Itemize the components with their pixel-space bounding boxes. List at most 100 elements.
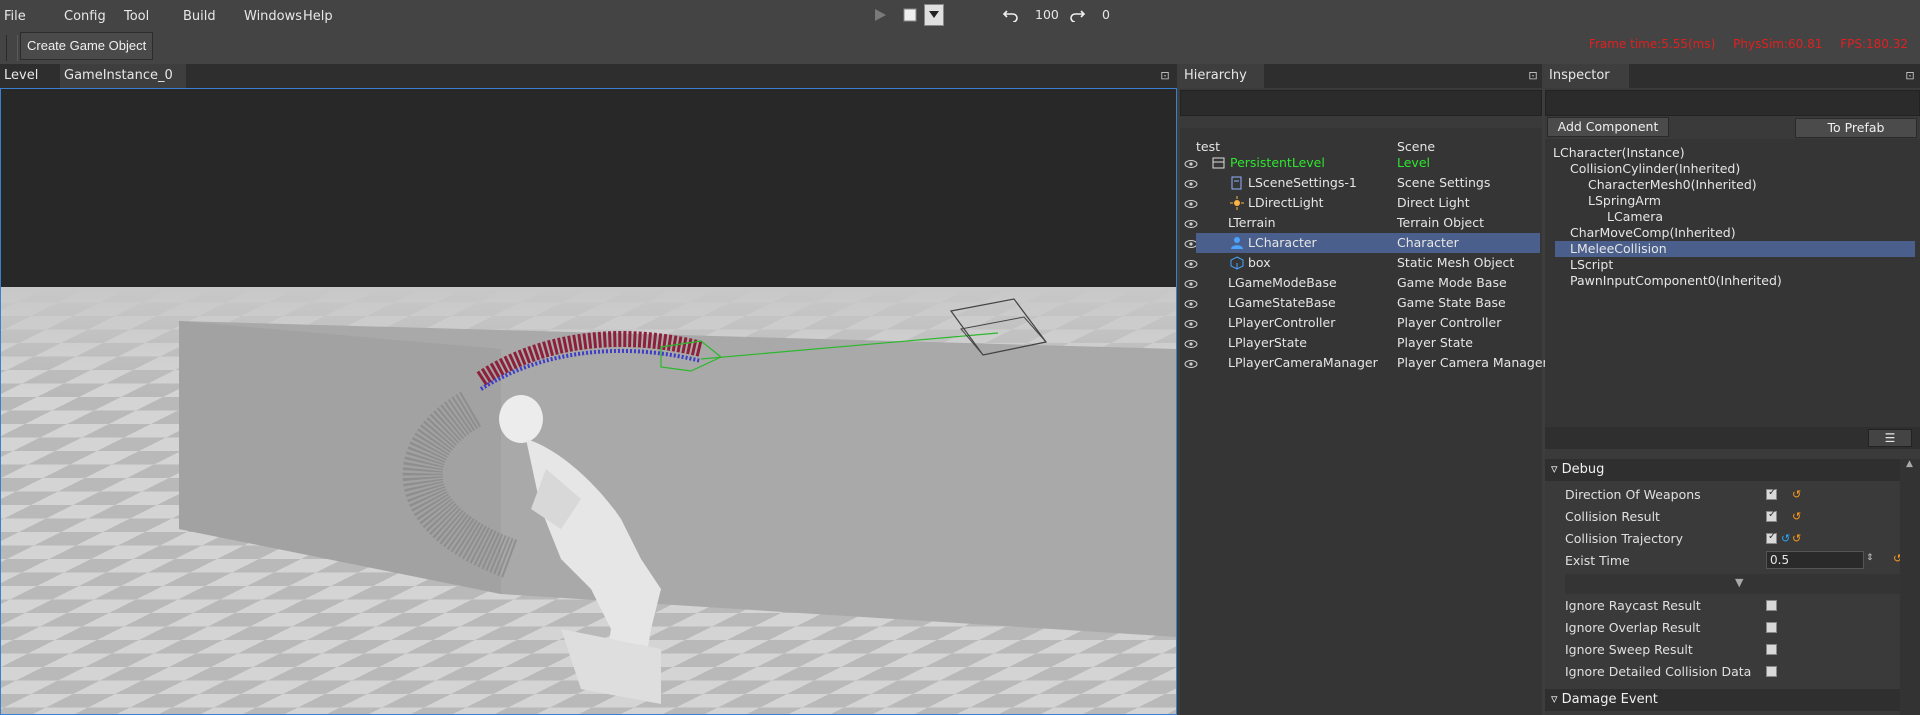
tab-gameinstance[interactable]: GameInstance_0 — [60, 64, 186, 88]
exist-time-input[interactable]: 0.5 — [1766, 551, 1864, 569]
ignore-overlap-checkbox[interactable] — [1766, 622, 1777, 633]
collision-trajectory-checkbox[interactable] — [1766, 531, 1777, 544]
ignore-raycast-checkbox[interactable] — [1766, 600, 1777, 611]
direction-of-weapons-checkbox[interactable] — [1766, 487, 1777, 500]
hierarchy-item[interactable]: LGameModeBase — [1228, 273, 1337, 293]
play-icon — [875, 9, 886, 21]
menu-file[interactable]: File — [4, 9, 26, 24]
hierarchy-item[interactable]: LGameStateBase — [1228, 293, 1336, 313]
component-item[interactable]: PawnInputComponent0(Inherited) — [1570, 273, 1782, 289]
visibility-eye-icon[interactable] — [1184, 358, 1198, 368]
perf-stats: Frame time:5.55(ms) PhysSim:60.81 FPS:18… — [1575, 37, 1908, 51]
tab-hierarchy[interactable]: Hierarchy — [1180, 64, 1264, 88]
component-item[interactable]: LSpringArm — [1588, 193, 1661, 209]
section-damage-event[interactable]: ▿ Damage Event — [1545, 689, 1900, 711]
hierarchy-item[interactable]: PersistentLevel — [1230, 153, 1325, 173]
hierarchy-item-type: Direct Light — [1397, 195, 1470, 210]
pin-icon[interactable]: ⊡ — [1903, 69, 1917, 83]
visibility-eye-icon[interactable] — [1184, 198, 1198, 208]
component-item[interactable]: LCamera — [1607, 209, 1663, 225]
visibility-eye-icon[interactable] — [1184, 338, 1198, 348]
visibility-eye-icon[interactable] — [1184, 318, 1198, 328]
spin-arrows-icon[interactable]: ⇕ — [1866, 553, 1874, 563]
tab-level[interactable]: Level — [0, 64, 42, 88]
section-debug-label: Debug — [1561, 462, 1605, 477]
component-item[interactable]: LScript — [1570, 257, 1613, 273]
add-component-button[interactable]: Add Component — [1547, 117, 1669, 137]
component-item[interactable]: CollisionCylinder(Inherited) — [1570, 161, 1740, 177]
hierarchy-item-type: Level — [1397, 155, 1430, 170]
hierarchy-item[interactable]: LPlayerController — [1228, 313, 1335, 333]
menu-config[interactable]: Config — [64, 9, 106, 24]
physsim: PhysSim:60.81 — [1733, 37, 1823, 51]
pin-icon[interactable]: ⊡ — [1526, 69, 1540, 83]
component-item[interactable]: LMeleeCollision — [1570, 241, 1667, 257]
visibility-eye-icon[interactable] — [1184, 258, 1198, 268]
component-item[interactable]: LCharacter(Instance) — [1553, 145, 1685, 161]
reset-icon[interactable]: ↺ — [1792, 510, 1801, 523]
stop-icon — [903, 8, 917, 22]
scroll-up-icon[interactable]: ▲ — [1906, 459, 1913, 469]
inspector-search-input[interactable] — [1545, 90, 1920, 116]
menu-help[interactable]: Help — [303, 9, 333, 24]
inspector-scrollbar[interactable]: ▲ — [1900, 459, 1920, 715]
chevron-down-icon — [929, 11, 939, 18]
undo-icon — [1003, 10, 1018, 22]
pin-icon[interactable]: ⊡ — [1158, 69, 1172, 83]
hierarchy-item[interactable]: LDirectLight — [1248, 193, 1324, 213]
ignore-detailed-checkbox[interactable] — [1766, 666, 1777, 677]
ignore-sweep-checkbox[interactable] — [1766, 644, 1777, 655]
direction-of-weapons-label: Direction Of Weapons — [1565, 487, 1701, 502]
collision-trajectory-label: Collision Trajectory — [1565, 531, 1684, 546]
play-mode-dropdown[interactable] — [924, 4, 944, 26]
visibility-eye-icon[interactable] — [1184, 158, 1198, 168]
ignore-overlap-label: Ignore Overlap Result — [1565, 620, 1701, 635]
hierarchy-item[interactable]: box — [1248, 253, 1271, 273]
play-button[interactable] — [870, 4, 890, 26]
inspector-toolbar: ☰ — [1545, 427, 1920, 449]
visibility-eye-icon[interactable] — [1184, 218, 1198, 228]
ignore-sweep-label: Ignore Sweep Result — [1565, 642, 1693, 657]
menu-windows[interactable]: Windows — [244, 9, 302, 24]
reset-icon[interactable]: ↺ — [1792, 532, 1801, 545]
inspector-tabbar: Inspector ⊡ — [1545, 64, 1920, 88]
visibility-eye-icon[interactable] — [1184, 178, 1198, 188]
exist-time-label: Exist Time — [1565, 553, 1630, 568]
character-icon — [1230, 236, 1244, 250]
hierarchy-item[interactable]: LCharacter — [1248, 233, 1317, 253]
toolbar-grip[interactable] — [6, 35, 18, 61]
section-damage-label: Damage Event — [1561, 692, 1658, 707]
redo-button[interactable] — [1066, 4, 1088, 26]
tab-inspector[interactable]: Inspector — [1545, 64, 1629, 88]
scene-viewport[interactable] — [0, 88, 1177, 715]
create-game-object-button[interactable]: Create Game Object — [20, 32, 154, 60]
component-item[interactable]: CharMoveComp(Inherited) — [1570, 225, 1736, 241]
to-prefab-button[interactable]: To Prefab — [1795, 118, 1917, 138]
collision-result-checkbox[interactable] — [1766, 509, 1777, 522]
collision-result-label: Collision Result — [1565, 509, 1660, 524]
hierarchy-item[interactable]: LSceneSettings-1 — [1248, 173, 1357, 193]
align-icon[interactable]: ☰ — [1868, 429, 1912, 447]
hierarchy-item-type: Game State Base — [1397, 295, 1506, 310]
hierarchy-search-input[interactable] — [1180, 90, 1542, 116]
hierarchy-item[interactable]: LPlayerCameraManager — [1228, 353, 1378, 373]
component-item[interactable]: CharacterMesh0(Inherited) — [1588, 177, 1757, 193]
fps: FPS:180.32 — [1840, 37, 1908, 51]
viewport-tabbar: Level GameInstance_0 ⊡ — [0, 64, 1177, 88]
hierarchy-item[interactable]: LTerrain — [1228, 213, 1276, 233]
expand-advanced[interactable]: ▼ — [1565, 574, 1900, 594]
redo-count: 0 — [1102, 7, 1110, 22]
menu-tool[interactable]: Tool — [124, 9, 149, 24]
reset-icon[interactable]: ↺ — [1792, 488, 1801, 501]
visibility-eye-icon[interactable] — [1184, 278, 1198, 288]
browse-icon[interactable]: ↺ — [1781, 532, 1790, 545]
ignore-detailed-label: Ignore Detailed Collision Data — [1565, 664, 1752, 679]
hierarchy-item[interactable]: LPlayerState — [1228, 333, 1307, 353]
stop-button[interactable] — [900, 4, 920, 26]
menu-build[interactable]: Build — [183, 9, 216, 24]
section-debug[interactable]: ▿ Debug — [1545, 459, 1900, 481]
hierarchy-item-type: Scene Settings — [1397, 175, 1491, 190]
hierarchy-item-type: Player Controller — [1397, 315, 1502, 330]
visibility-eye-icon[interactable] — [1184, 298, 1198, 308]
undo-button[interactable] — [1000, 4, 1022, 26]
